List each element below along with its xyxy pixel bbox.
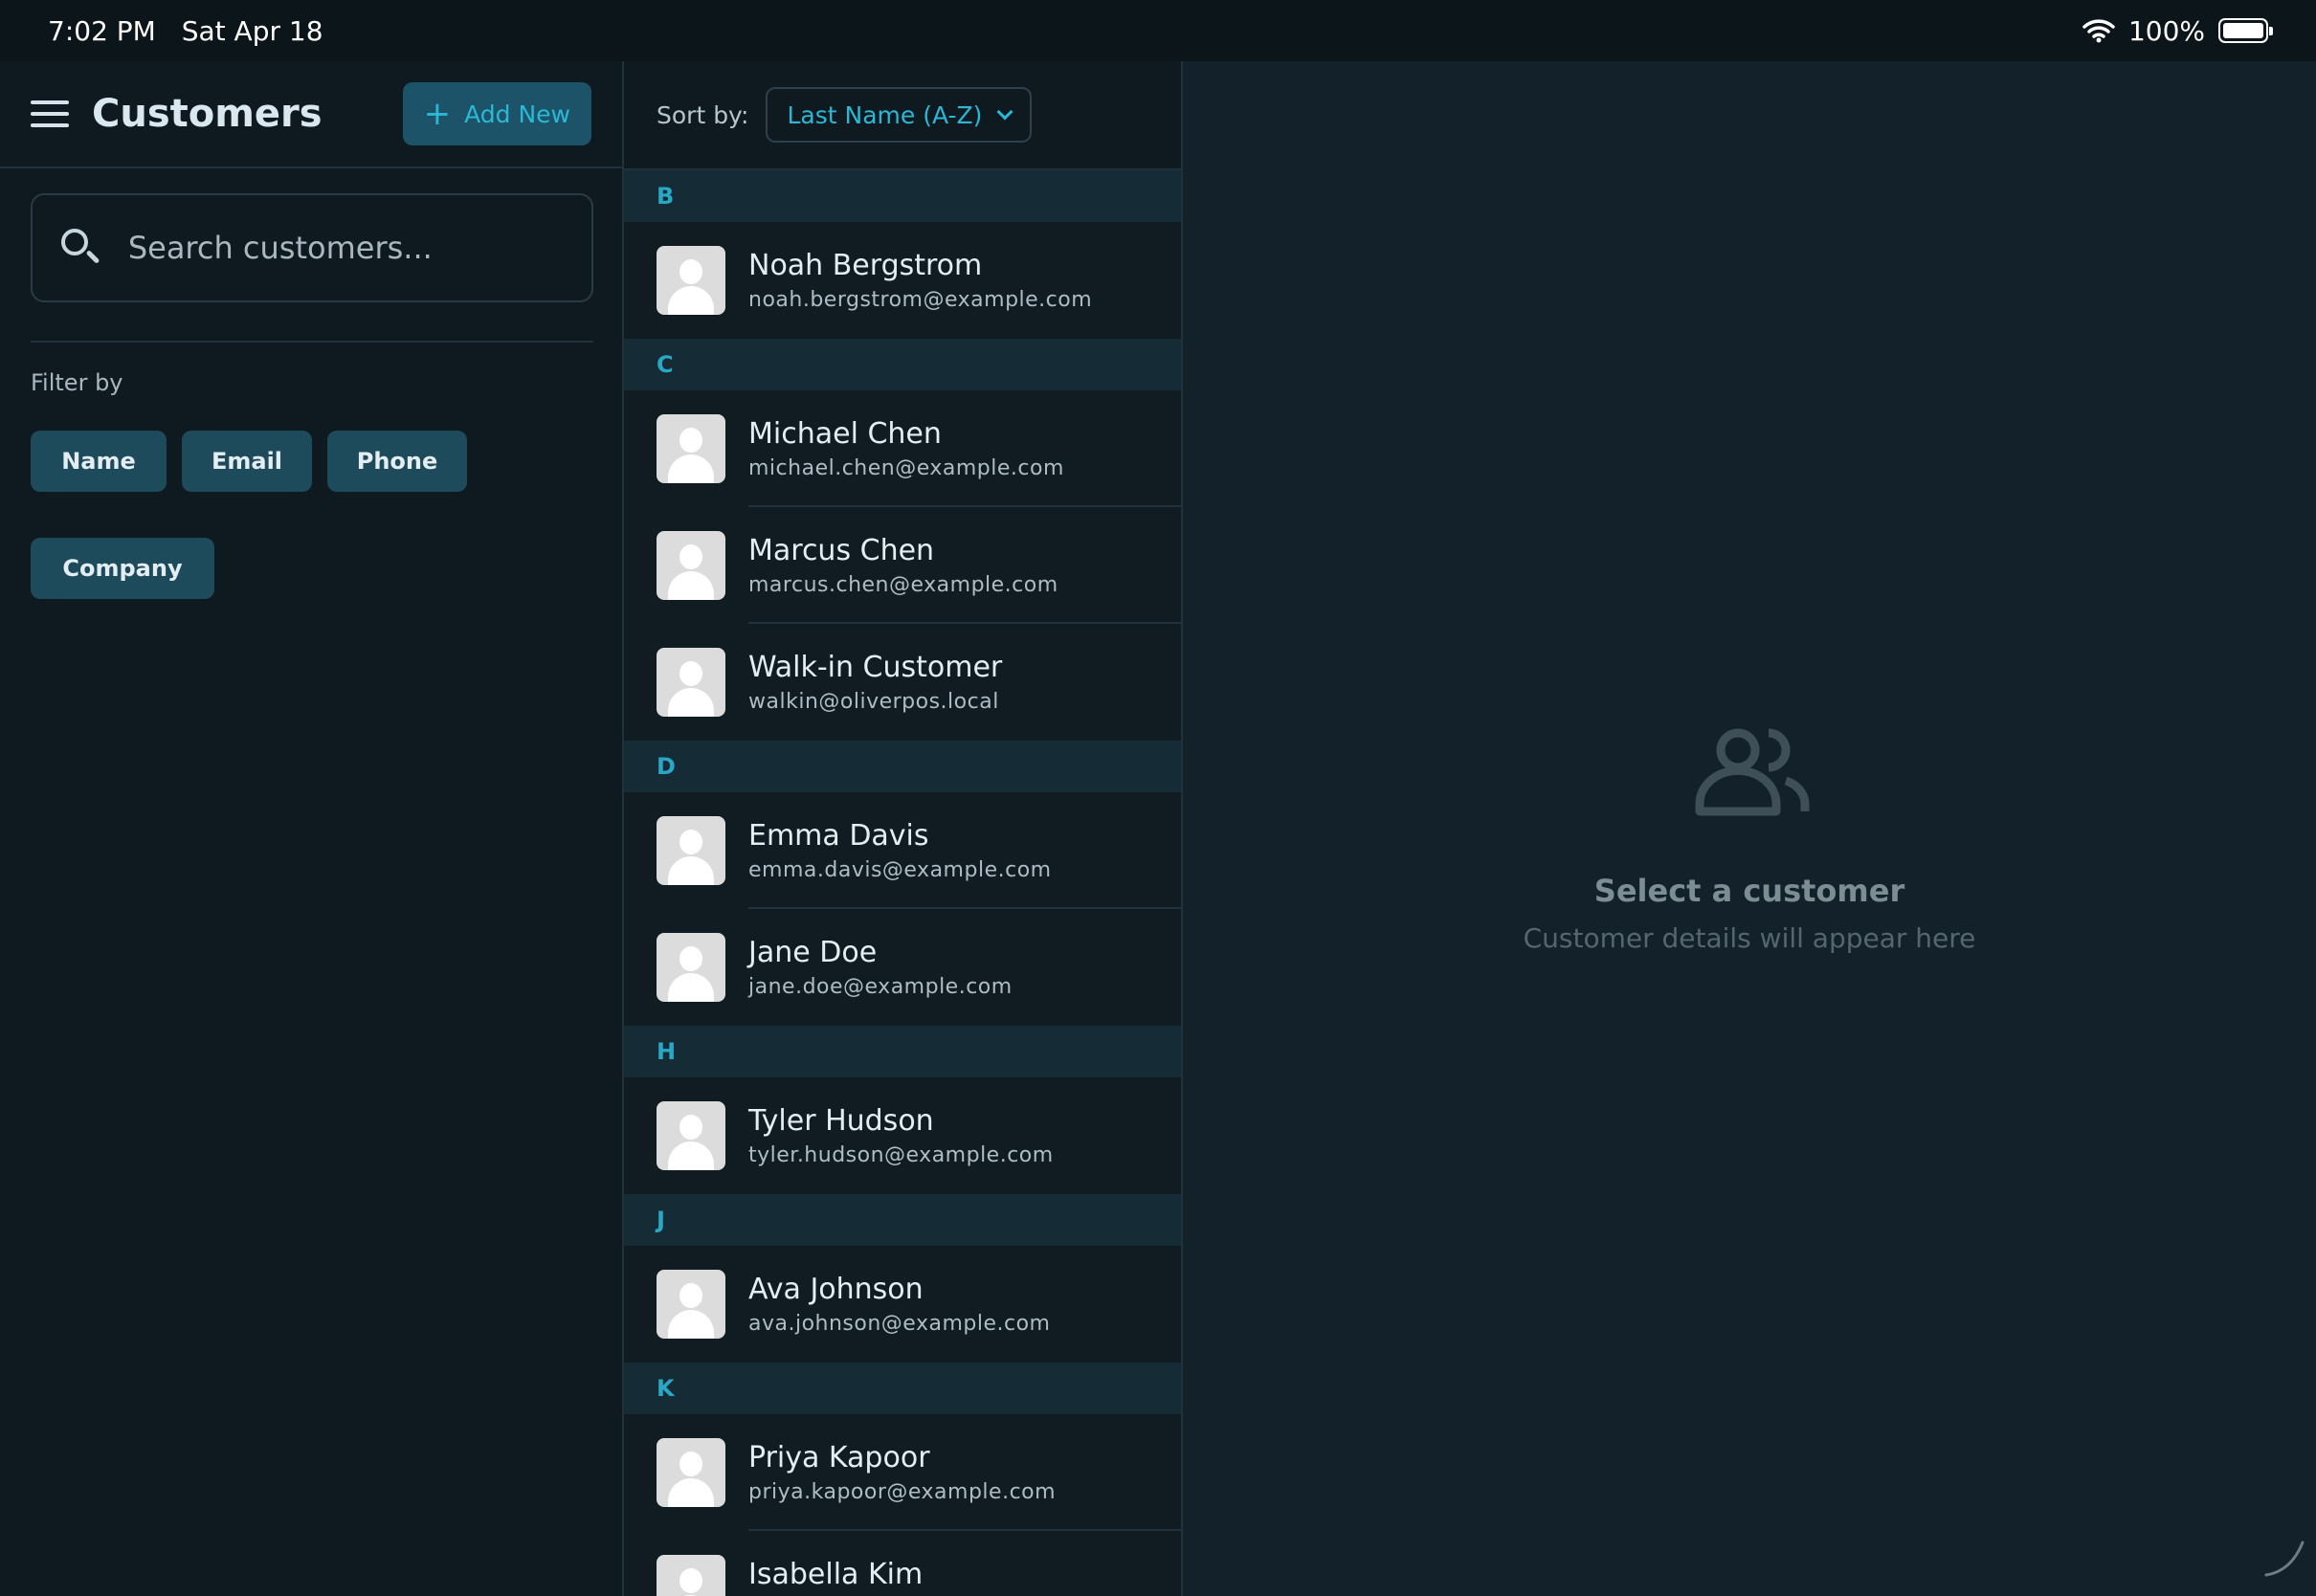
avatar [657,933,725,1002]
customer-row[interactable]: Isabella Kimisabella.kim@example.com [624,1531,1181,1596]
sidebar-header: Customers + Add New [0,61,622,168]
customer-row[interactable]: Marcus Chen marcus.chen@example.com [624,507,1181,624]
resize-handle-icon [2264,1541,2305,1577]
plus-icon: + [423,95,452,133]
empty-state-subtitle: Customer details will appear here [1523,922,1976,954]
search-box[interactable] [31,193,593,302]
sort-dropdown[interactable]: Last Name (A-Z) [766,87,1033,143]
avatar [657,648,725,717]
customer-email: noah.bergstrom@example.com [748,288,1093,312]
section-header: H [624,1026,1181,1077]
section-header: B [624,170,1181,222]
section-header: K [624,1363,1181,1414]
customer-info: Noah Bergstrom noah.bergstrom@example.com [748,249,1092,312]
customer-info: Walk-in Customer walkin@oliverpos.local [748,651,1002,714]
customer-row[interactable]: Ava Johnson ava.johnson@example.com [624,1246,1181,1363]
customer-info: Jane Doe jane.doe@example.com [748,936,1013,999]
customer-name: Walk-in Customer [748,651,1003,684]
status-time: 7:02 PM [48,14,156,47]
status-bar-left: 7:02 PM Sat Apr 18 [48,15,341,47]
customer-name: Noah Bergstrom [748,249,983,282]
customer-name: Isabella Kim [748,1558,924,1591]
sort-bar: Sort by: Last Name (A-Z) [624,61,1181,170]
divider [31,341,593,343]
avatar [657,1101,725,1170]
avatar [657,246,725,315]
sort-value: Last Name (A-Z) [787,100,983,129]
customer-email: emma.davis@example.com [748,858,1052,882]
section-header: J [624,1194,1181,1246]
avatar [657,1270,725,1339]
customer-email: jane.doe@example.com [748,975,1013,999]
customer-email: priya.kapoor@example.com [748,1480,1057,1504]
filter-chip-name[interactable]: Name [31,431,167,492]
add-new-label: Add New [464,100,570,128]
search-input[interactable] [127,230,567,266]
avatar [657,1555,725,1596]
customer-row[interactable]: Priya Kapoor priya.kapoor@example.com [624,1414,1181,1531]
section-header: C [624,339,1181,390]
customer-name: Jane Doe [748,936,878,969]
customer-row[interactable]: Noah Bergstrom noah.bergstrom@example.com [624,222,1181,339]
filter-label: Filter by [31,369,123,396]
customers-sidebar: Customers + Add New Filter by Name Email… [0,61,624,1596]
customer-email: tyler.hudson@example.com [748,1143,1054,1167]
customer-name: Ava Johnson [748,1273,924,1306]
customer-name: Emma Davis [748,819,929,853]
status-bar: 7:02 PM Sat Apr 18 100% [0,0,2316,61]
filter-chip-phone[interactable]: Phone [327,431,467,492]
customer-row[interactable]: Jane Doe jane.doe@example.com [624,909,1181,1026]
chevron-down-icon [996,103,1013,121]
avatar [657,1438,725,1507]
customer-list-panel: Sort by: Last Name (A-Z) B Noah Bergstrom… [624,61,1183,1596]
customer-info: Michael Chen michael.chen@example.com [748,417,1064,480]
avatar [657,816,725,885]
customer-info: Emma Davis emma.davis@example.com [748,819,1052,882]
customer-name: Michael Chen [748,417,942,451]
status-bar-right: 100% [2082,14,2273,47]
add-new-button[interactable]: + Add New [402,82,591,145]
customer-list: B Noah Bergstrom noah.bergstrom@example.co… [624,170,1181,1596]
filter-chip-email[interactable]: Email [182,431,312,492]
empty-state-title: Select a customer [1593,873,1905,909]
page-title: Customers [92,92,323,136]
customer-info: Marcus Chen marcus.chen@example.com [748,534,1058,597]
customer-detail-panel: Select a customer Customer details will … [1183,61,2316,1596]
customer-row[interactable]: Walk-in Customer walkin@oliverpos.local [624,624,1181,741]
customer-row[interactable]: Emma Davis emma.davis@example.com [624,792,1181,909]
customer-name: Marcus Chen [748,534,935,567]
avatar [657,531,725,600]
customer-name: Priya Kapoor [748,1441,930,1474]
battery-icon [2218,18,2273,43]
search-icon [57,225,103,271]
wifi-icon [2082,19,2115,43]
customer-row[interactable]: Tyler Hudson tyler.hudson@example.com [624,1077,1181,1194]
filter-chip-company[interactable]: Company [31,538,214,599]
avatar [657,414,725,483]
customer-email: walkin@oliverpos.local [748,690,999,714]
hamburger-menu-icon[interactable] [31,100,69,127]
customer-name: Tyler Hudson [748,1104,934,1138]
customer-info: Isabella Kimisabella.kim@example.com [748,1558,1049,1596]
customer-row[interactable]: Michael Chen michael.chen@example.com [624,390,1181,507]
customer-info: Tyler Hudson tyler.hudson@example.com [748,1104,1054,1167]
sort-label: Sort by: [657,100,749,129]
people-icon [1695,728,1810,816]
customer-email: marcus.chen@example.com [748,573,1058,597]
customer-email: ava.johnson@example.com [748,1312,1051,1336]
customer-info: Priya Kapoor priya.kapoor@example.com [748,1441,1056,1504]
status-date: Sat Apr 18 [181,14,323,47]
customer-email: michael.chen@example.com [748,456,1064,480]
section-header: D [624,741,1181,792]
battery-percent: 100% [2127,14,2205,47]
customer-info: Ava Johnson ava.johnson@example.com [748,1273,1050,1336]
